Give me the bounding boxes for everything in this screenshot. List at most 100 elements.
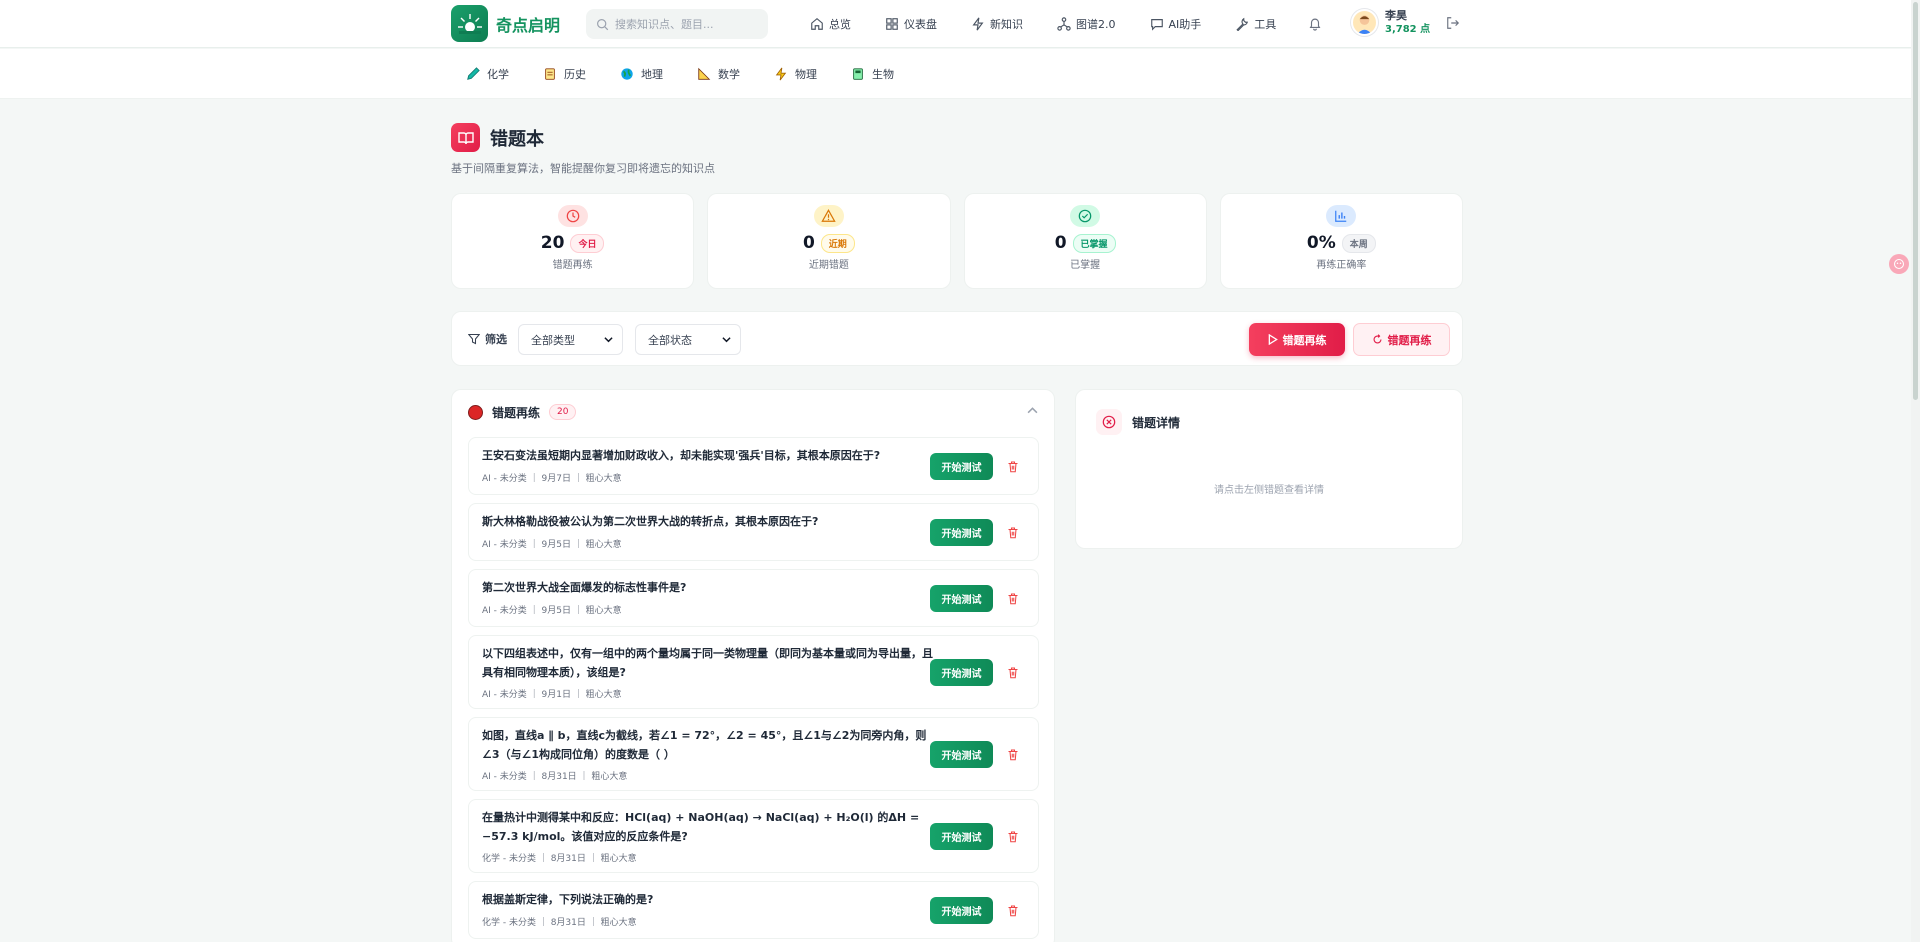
trash-icon[interactable] [1007, 460, 1019, 473]
bar-chart-icon [1326, 205, 1357, 227]
chevron-up-icon[interactable] [1027, 405, 1038, 416]
list-item[interactable]: 在量热计中测得某中和反应：HCl(aq) + NaOH(aq) → NaCl(a… [468, 799, 1039, 873]
search-input[interactable] [615, 17, 755, 31]
filter-label-text: 筛选 [485, 333, 507, 346]
subject-history[interactable]: 历史 [543, 66, 586, 82]
open-book-icon [451, 123, 480, 152]
subject-math[interactable]: 数学 [697, 66, 740, 82]
trash-icon[interactable] [1007, 526, 1019, 539]
trash-icon[interactable] [1007, 904, 1019, 917]
user-points: 3,782 点 [1385, 24, 1431, 35]
list-item[interactable]: 第二次世界大战全面爆发的标志性事件是? AI - 未分类 ｜ 9月5日 ｜ 粗心… [468, 569, 1039, 627]
chevron-down-icon [604, 337, 613, 343]
list-item[interactable]: 以下四组表述中，仅有一组中的两个量均属于同一类物理量（即同为基本量或同为导出量，… [468, 635, 1039, 709]
trash-icon[interactable] [1007, 666, 1019, 679]
question-text: 在量热计中测得某中和反应：HCl(aq) + NaOH(aq) → NaCl(a… [482, 811, 920, 843]
bolt-icon [775, 67, 787, 81]
stat-value: 20 [540, 233, 565, 253]
list-item[interactable]: 根据盖斯定律，下列说法正确的是? 化学 - 未分类 ｜ 8月31日 ｜ 粗心大意… [468, 881, 1039, 939]
nav-item-tools[interactable]: 工具 [1235, 16, 1276, 32]
nav-item-ai-assistant[interactable]: AI助手 [1150, 16, 1202, 32]
top-navbar: 奇点启明 总览 仪表盘 新知识 图谱2.0 AI助手 工具 [0, 0, 1920, 48]
brand-name: 奇点启明 [496, 15, 561, 35]
subject-physics[interactable]: 物理 [774, 66, 817, 82]
question-meta: AI - 未分类 ｜ 9月7日 ｜ 粗心大意 [482, 474, 622, 484]
question-meta: AI - 未分类 ｜ 8月31日 ｜ 粗心大意 [482, 772, 628, 782]
trash-icon[interactable] [1007, 748, 1019, 761]
start-test-button[interactable]: 开始测试 [930, 823, 993, 850]
nav-item-label: 仪表盘 [904, 18, 937, 31]
detail-title: 错题详情 [1132, 415, 1181, 430]
stat-card-accuracy: 0% 本周 再练正确率 [1219, 193, 1463, 289]
brand[interactable]: 奇点启明 [451, 5, 560, 42]
mistake-list-panel: 错题再练 20 王安石变法虽短期内显著增加财政收入，却未能实现'强兵'目标，其根… [451, 389, 1055, 942]
nav-item-label: 工具 [1254, 18, 1277, 31]
redo-practice-button[interactable]: 错题再练 [1353, 323, 1450, 356]
start-test-button[interactable]: 开始测试 [930, 585, 993, 612]
trash-icon[interactable] [1007, 830, 1019, 843]
user-profile[interactable]: 李昊 3,782 点 [1351, 8, 1430, 37]
question-text: 以下四组表述中，仅有一组中的两个量均属于同一类物理量（即同为基本量或同为导出量，… [482, 647, 933, 679]
list-item[interactable]: 如图，直线a ∥ b，直线c为截线，若∠1 = 72°，∠2 = 45°，且∠1… [468, 717, 1039, 791]
dashboard-icon [886, 18, 898, 30]
start-test-button[interactable]: 开始测试 [930, 897, 993, 924]
question-text: 王安石变法虽短期内显著增加财政收入，却未能实现'强兵'目标，其根本原因在于? [482, 449, 881, 462]
stat-label: 错题再练 [552, 260, 593, 271]
page-header: 错题本 [451, 123, 544, 152]
notification-bell-icon[interactable] [1308, 16, 1322, 34]
question-meta: AI - 未分类 ｜ 9月5日 ｜ 粗心大意 [482, 540, 622, 550]
detail-header: 错题详情 [1096, 409, 1180, 435]
list-title: 错题再练 [492, 405, 541, 420]
flask-icon [467, 67, 480, 80]
start-practice-label: 错题再练 [1282, 333, 1327, 347]
question-text: 第二次世界大战全面爆发的标志性事件是? [482, 581, 687, 594]
filter-bar: 筛选 全部类型 全部状态 错题再练 错题再练 [451, 311, 1463, 366]
logout-icon[interactable] [1446, 16, 1460, 33]
chat-icon [1150, 19, 1163, 31]
subject-biology[interactable]: 生物 [851, 66, 894, 82]
subject-geography[interactable]: 地理 [620, 66, 663, 82]
subject-bar: 化学 历史 地理 数学 物理 生物 [0, 49, 1920, 99]
nav-item-label: AI助手 [1168, 18, 1202, 31]
trash-icon[interactable] [1007, 592, 1019, 605]
subject-label: 地理 [641, 68, 663, 81]
start-test-button[interactable]: 开始测试 [930, 453, 993, 480]
globe-icon [621, 68, 633, 80]
nav-item-graph[interactable]: 图谱2.0 [1057, 16, 1116, 32]
start-practice-button[interactable]: 错题再练 [1249, 323, 1345, 356]
list-header[interactable]: 错题再练 20 [468, 400, 1038, 424]
check-circle-icon [1070, 205, 1101, 227]
user-name: 李昊 [1385, 9, 1407, 22]
graph-icon [1057, 17, 1071, 31]
subject-label: 物理 [795, 68, 817, 81]
scroll-icon [545, 68, 555, 80]
refresh-icon [1373, 334, 1381, 344]
start-test-button[interactable]: 开始测试 [930, 519, 993, 546]
status-select[interactable]: 全部状态 [635, 324, 741, 355]
subject-chemistry[interactable]: 化学 [466, 66, 509, 82]
list-item[interactable]: 王安石变法虽短期内显著增加财政收入，却未能实现'强兵'目标，其根本原因在于? A… [468, 437, 1039, 495]
red-circle-icon [468, 404, 483, 420]
stat-card-practice: 20 今日 错题再练 [451, 193, 695, 289]
warning-icon [813, 205, 844, 227]
subject-label: 数学 [718, 68, 740, 81]
x-circle-icon [1096, 409, 1122, 435]
count-badge: 20 [549, 404, 577, 420]
stat-value: 0 [802, 233, 815, 253]
nav-item-dashboard[interactable]: 仪表盘 [885, 16, 937, 32]
start-test-button[interactable]: 开始测试 [930, 741, 993, 768]
nav-item-overview[interactable]: 总览 [810, 16, 851, 32]
wrench-icon [1236, 17, 1249, 31]
nav-item-new-knowledge[interactable]: 新知识 [971, 16, 1023, 32]
nav-item-label: 图谱2.0 [1076, 18, 1116, 31]
avatar [1351, 9, 1378, 36]
list-item[interactable]: 斯大林格勒战役被公认为第二次世界大战的转折点，其根本原因在于? AI - 未分类… [468, 503, 1039, 561]
stat-badge: 本周 [1341, 233, 1376, 253]
redo-practice-label: 错题再练 [1387, 333, 1432, 347]
start-test-button[interactable]: 开始测试 [930, 659, 993, 686]
scrollbar-thumb[interactable] [1913, 2, 1918, 400]
status-select-value: 全部状态 [648, 333, 692, 347]
type-select[interactable]: 全部类型 [518, 324, 623, 355]
floating-assistant-icon[interactable] [1889, 254, 1909, 274]
search-box[interactable] [586, 9, 768, 39]
